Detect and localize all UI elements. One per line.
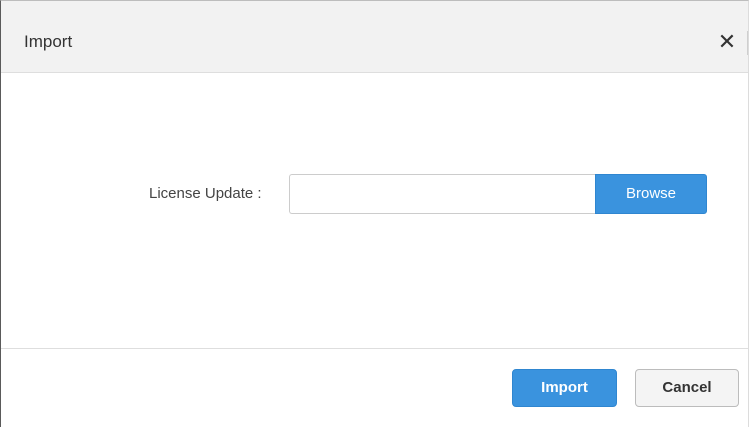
close-icon[interactable]: ✕ bbox=[717, 30, 737, 54]
header-divider bbox=[747, 31, 748, 55]
license-update-label: License Update : bbox=[149, 185, 262, 202]
dialog-title: Import bbox=[24, 32, 73, 51]
dialog-body: License Update : Browse bbox=[1, 73, 748, 348]
import-dialog: Import ✕ License Update : Browse Import … bbox=[0, 0, 749, 427]
import-button[interactable]: Import bbox=[512, 369, 617, 407]
browse-button[interactable]: Browse bbox=[595, 174, 707, 214]
cancel-button[interactable]: Cancel bbox=[635, 369, 739, 407]
dialog-footer: Import Cancel bbox=[1, 348, 748, 427]
license-file-input[interactable] bbox=[289, 174, 595, 214]
dialog-header: Import ✕ bbox=[1, 1, 748, 73]
